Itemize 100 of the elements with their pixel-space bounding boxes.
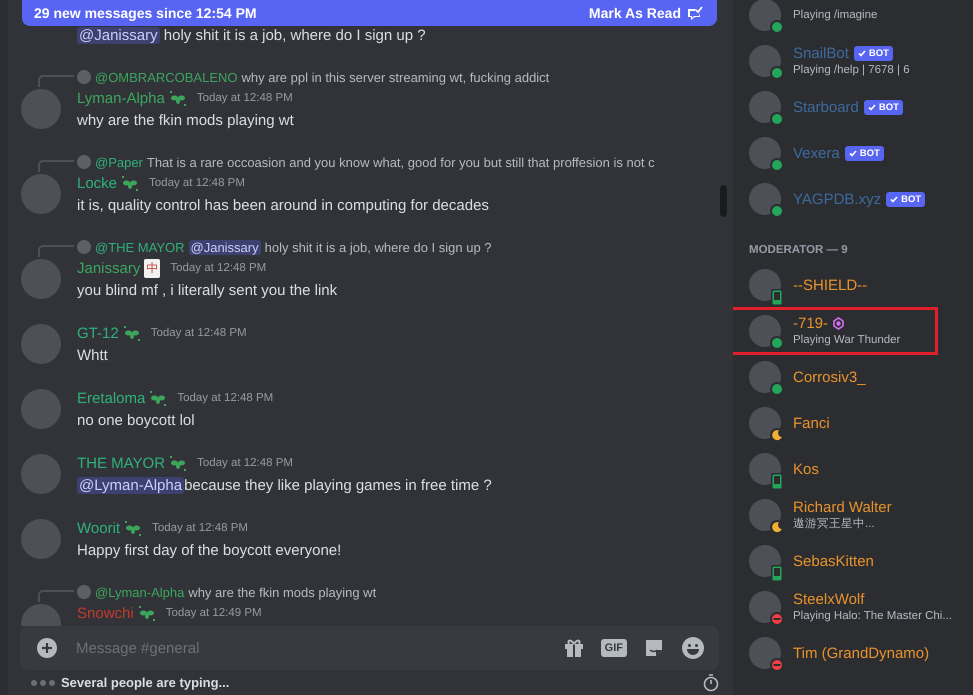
member-name[interactable]: Starboard [793, 98, 859, 116]
reply-connector [38, 160, 74, 172]
mention[interactable]: @Janissary [77, 27, 160, 44]
bot-label: BOT [878, 100, 899, 114]
member-name[interactable]: Tim (GrandDynamo) [793, 644, 930, 662]
member-name[interactable]: SnailBot [793, 44, 849, 62]
check-icon [890, 196, 898, 202]
add-icon[interactable] [36, 637, 58, 659]
mark-as-read-button[interactable]: Mark As Read [588, 5, 703, 21]
member-name[interactable]: SteelxWolf [793, 590, 864, 608]
member-name[interactable]: --SHIELD-- [793, 276, 868, 294]
moon-status-icon [770, 428, 784, 442]
member-avatar[interactable] [749, 183, 781, 215]
message-text: it is, quality control has been around in computing for decades [77, 196, 489, 216]
member-name[interactable]: Corrosiv3_ [793, 368, 866, 386]
online-status-icon [770, 158, 784, 172]
online-status-icon [770, 382, 784, 396]
reply-author[interactable]: @OMBRARCOBALENO [95, 70, 238, 84]
username[interactable]: Snowchi [77, 604, 134, 622]
phone-status-icon [771, 289, 783, 306]
gift-icon[interactable] [562, 637, 585, 659]
online-status-icon [770, 204, 784, 218]
member-avatar[interactable] [749, 361, 781, 393]
member-name[interactable]: Fanci [793, 414, 830, 432]
reply-text: why are the fkin mods playing wt [188, 584, 376, 600]
member-avatar[interactable] [749, 45, 781, 77]
username[interactable]: THE MAYOR [77, 454, 166, 472]
gif-button[interactable]: GIF [600, 639, 627, 657]
reply-text: holy shit it is a job, where do I sign up ? [264, 240, 492, 254]
message-text: you blind mf , i literally sent you the link [77, 281, 338, 301]
member-avatar[interactable] [749, 91, 781, 123]
timestamp: Today at 12:48 PM [170, 262, 266, 274]
bot-label: BOT [860, 146, 880, 160]
bot-label: BOT [868, 46, 889, 60]
typing-indicator: Several people are typing... [61, 675, 230, 690]
member-activity: Playing Halo: The Master Chi... [793, 608, 953, 624]
timestamp: Today at 12:49 PM [166, 607, 262, 619]
member-avatar[interactable] [749, 0, 781, 31]
message-text: @Janissary holy shit it is a job, where do I sign up ? [77, 26, 427, 46]
username[interactable]: Janissary [77, 260, 140, 276]
timestamp: Today at 12:48 PM [197, 457, 293, 469]
member-avatar[interactable] [749, 591, 781, 623]
timestamp: Today at 12:48 PM [149, 177, 245, 189]
phone-status-icon [771, 565, 783, 582]
member-activity: Playing /help | 7678 | 6 [793, 62, 911, 78]
member-avatar[interactable] [749, 499, 781, 531]
username[interactable]: Locke [77, 174, 118, 192]
member-avatar[interactable] [749, 637, 781, 669]
member-avatar[interactable] [749, 137, 781, 169]
online-status-icon [770, 336, 784, 350]
member-name[interactable]: Kos [793, 460, 819, 478]
member-avatar[interactable] [749, 315, 781, 347]
mahjong-tile-badge: 中 [144, 258, 160, 278]
reply-avatar [77, 240, 91, 254]
reply-author[interactable]: @Paper [95, 154, 143, 170]
do-not-disturb-icon [770, 612, 784, 626]
reply-text: That is a rare occoasion and you know what, good for you but still that proffesion is not c [146, 154, 655, 170]
reply-avatar [77, 585, 91, 599]
sprout-icon [138, 604, 156, 622]
member-name[interactable]: -719- [793, 314, 828, 332]
reply-connector [38, 590, 74, 602]
mark-read-icon [687, 6, 703, 20]
timestamp: Today at 12:48 PM [150, 327, 247, 339]
username[interactable]: Lyman-Alpha [77, 90, 165, 106]
member-name[interactable]: Vexera [793, 144, 840, 162]
timestamp: Today at 12:48 PM [196, 92, 293, 104]
member-name[interactable]: SebasKitten [793, 552, 874, 570]
mention[interactable]: @Janissary [188, 240, 261, 254]
reply-text: why are ppl in this server streaming wt, fucking addict [242, 70, 550, 84]
username[interactable]: Eretaloma [77, 390, 146, 406]
username[interactable]: Woorit [77, 520, 120, 536]
online-status-icon [770, 66, 784, 80]
reply-avatar [77, 70, 91, 84]
sticker-icon[interactable] [643, 637, 665, 659]
online-status-icon [770, 112, 784, 126]
username[interactable]: GT-12 [77, 324, 119, 342]
message-input[interactable]: Message #general GIF [20, 626, 719, 670]
new-messages-banner[interactable]: 29 new messages since 12:54 PM Mark As Read [22, 0, 717, 26]
sprout-icon [122, 324, 141, 342]
member-name[interactable]: YAGPDB.xyz [793, 190, 882, 208]
mention[interactable]: @Lyman-Alpha [77, 477, 184, 494]
phone-status-icon [771, 473, 783, 490]
sprout-icon [169, 454, 188, 472]
member-activity: Playing War Thunder [793, 332, 902, 348]
reply-connector [38, 245, 74, 257]
timestamp: Today at 12:48 PM [152, 522, 248, 534]
emoji-icon[interactable] [681, 636, 705, 660]
member-name[interactable]: Richard Walter [793, 498, 892, 516]
member-activity: 遨游冥王星中... [793, 516, 876, 532]
message-text: Whtt [77, 346, 109, 366]
member-activity: Playing /imagine [793, 8, 878, 23]
member-avatar[interactable] [749, 407, 781, 439]
bot-label: BOT [901, 192, 922, 206]
sprout-icon [149, 389, 168, 407]
check-icon [868, 104, 876, 110]
typing-dots-icon [30, 678, 58, 686]
reply-avatar [77, 155, 91, 169]
reply-author[interactable]: @THE MAYOR [95, 240, 185, 254]
scrollbar-thumb[interactable] [720, 185, 727, 217]
reply-author[interactable]: @Lyman-Alpha [95, 584, 184, 600]
